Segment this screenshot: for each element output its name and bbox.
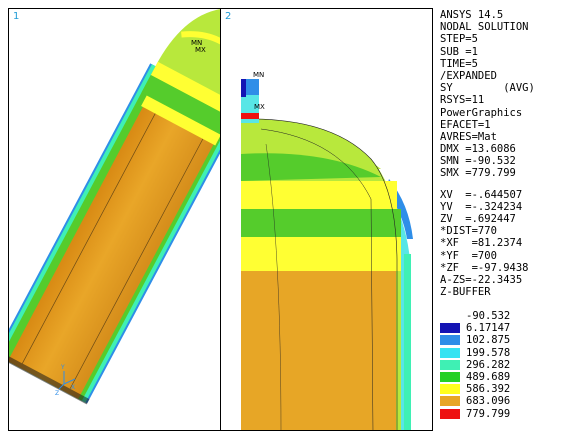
view-line: XV =-.644507 (440, 188, 523, 201)
legend-top-value-row: -90.532 (440, 310, 586, 322)
info-line: /EXPANDED (440, 69, 497, 82)
legend-value: 6.17147 (466, 322, 511, 335)
max-marker: MX (195, 46, 206, 54)
view-line: Z-BUFFER (440, 286, 491, 299)
yellow-band (241, 237, 401, 271)
legend-swatch (440, 408, 460, 419)
info-line: SMX =779.799 (440, 167, 516, 180)
legend-row: 779.799 (440, 408, 586, 420)
info-line: TIME=5 (440, 57, 478, 70)
legend-row: 102.875 (440, 334, 586, 346)
solution-info-panel: ANSYS 14.5 NODAL SOLUTION STEP=5 SUB =1 … (440, 9, 586, 298)
legend-row: 199.578 (440, 347, 586, 359)
legend-value: 489.689 (466, 370, 511, 383)
legend-value: 199.578 (466, 346, 511, 359)
legend-row: 586.392 (440, 383, 586, 395)
legend-row: 683.096 (440, 395, 586, 407)
legend-swatch (440, 347, 460, 358)
view-line: ZV =.692447 (440, 213, 516, 225)
legend-value: 296.282 (466, 358, 511, 371)
view-line: *DIST=770 (440, 225, 497, 238)
info-line: PowerGraphics (440, 106, 523, 119)
legend-row: 296.282 (440, 359, 586, 371)
viewport-1[interactable]: 1 MN MX Y Z X (8, 8, 221, 431)
info-line: ANSYS 14.5 (440, 9, 504, 21)
contour-legend: -90.532 6.17147 102.875 199.578 296.282 … (440, 310, 586, 420)
legend-value: 779.799 (466, 407, 511, 420)
viewport-2[interactable]: 2 MN MX (220, 8, 433, 431)
legend-min-value: -90.532 (466, 310, 511, 322)
view-line: *XF =81.2374 (440, 237, 523, 250)
nozzle-max-zone (241, 113, 259, 119)
green-band (241, 209, 401, 237)
info-line: AVRES=Mat (440, 130, 497, 143)
vessel-model-view-2: MN MX (240, 71, 413, 430)
min-marker: MN (253, 71, 264, 79)
vessel-model-view-1: MN MX Y Z X (9, 9, 220, 405)
legend-swatch (440, 384, 460, 395)
legend-value: 586.392 (466, 383, 511, 396)
info-line: STEP=5 (440, 33, 478, 46)
legend-swatch (440, 359, 460, 370)
triad-y-label: Y (60, 364, 65, 371)
info-line: SUB =1 (440, 45, 478, 58)
nozzle-min-zone-dark (241, 79, 246, 97)
max-marker: MX (254, 103, 265, 111)
legend-swatch (440, 335, 460, 346)
info-line: DMX =13.6086 (440, 143, 516, 156)
info-line: EFACET=1 (440, 118, 491, 131)
legend-swatch (440, 396, 460, 407)
view-line: A-ZS=-22.3435 (440, 273, 523, 286)
legend-value: 683.096 (466, 395, 511, 408)
view-line: *YF =700 (440, 249, 497, 262)
info-line: NODAL SOLUTION (440, 21, 529, 34)
legend-value: 102.875 (466, 334, 511, 347)
view-line: *ZF =-97.9438 (440, 261, 529, 274)
yellow-band-upper (241, 181, 397, 209)
view-line: YV =-.324234 (440, 200, 523, 213)
legend-swatch (440, 323, 460, 334)
triad-x-label: X (71, 384, 75, 391)
info-line: SMN =-90.532 (440, 155, 516, 168)
info-line: RSYS=11 (440, 94, 485, 107)
legend-row: 6.17147 (440, 322, 586, 334)
legend-swatch (440, 371, 460, 382)
legend-row: 489.689 (440, 371, 586, 383)
info-line: SY (AVG) (440, 82, 535, 95)
triad-z-label: Z (55, 390, 59, 397)
